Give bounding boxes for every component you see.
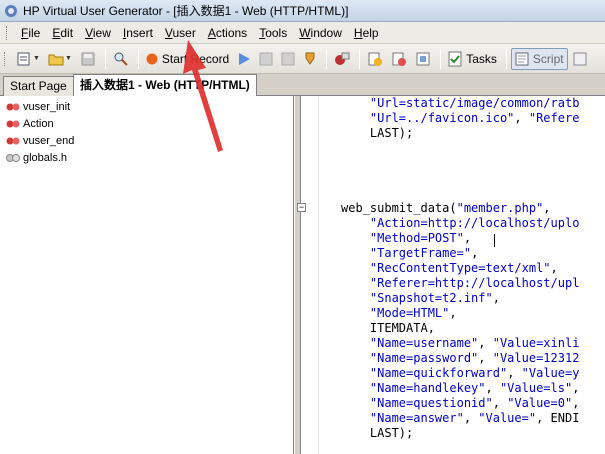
code-line[interactable]: "RecContentType=text/xml", <box>341 261 558 276</box>
code-line[interactable]: "Method=POST", <box>341 231 471 246</box>
menu-vuser[interactable]: Vuser <box>159 23 202 43</box>
start-record-button[interactable]: Start Record <box>143 47 232 71</box>
bookmark-icon <box>392 52 407 66</box>
go-to-icon <box>368 52 383 66</box>
menu-tools[interactable]: Tools <box>253 23 293 43</box>
text-cursor <box>494 234 495 247</box>
menu-edit[interactable]: Edit <box>46 23 79 43</box>
step-button[interactable] <box>300 47 320 71</box>
action-icon <box>6 137 20 145</box>
code-line[interactable]: "Name=handlekey", "Value=ls", <box>341 381 580 396</box>
code-line[interactable]: LAST); <box>341 126 413 141</box>
code-line[interactable]: "Name=questionid", "Value=0", <box>341 396 580 411</box>
menu-bar: File Edit View Insert Vuser Actions Tool… <box>0 22 605 44</box>
window-title: HP Virtual User Generator - [插入数据1 - Web… <box>23 4 349 18</box>
open-button[interactable]: ▼ <box>45 47 75 71</box>
toolbar-separator <box>359 48 361 69</box>
code-line[interactable]: "Mode=HTML", <box>341 306 457 321</box>
menu-insert[interactable]: Insert <box>117 23 159 43</box>
app-logo-icon <box>4 4 18 18</box>
open-folder-icon <box>48 54 64 65</box>
code-line[interactable]: "Name=username", "Value=xinli <box>341 336 580 351</box>
menu-file[interactable]: File <box>15 23 46 43</box>
code-line[interactable]: "TargetFrame=", <box>341 246 478 261</box>
dropdown-arrow-icon[interactable]: ▼ <box>65 55 72 62</box>
tree-item-action[interactable]: Action <box>6 116 54 132</box>
toolbar-grip[interactable] <box>4 51 7 66</box>
menu-help[interactable]: Help <box>348 23 385 43</box>
menu-grip[interactable] <box>6 25 9 40</box>
action-tree: vuser_init Action vuser_end globals.h <box>0 96 294 454</box>
menu-actions[interactable]: Actions <box>202 23 253 43</box>
action-icon <box>6 120 20 128</box>
save-icon <box>81 52 95 65</box>
tab-script[interactable]: 插入数据1 - Web (HTTP/HTML) <box>73 74 257 96</box>
script-editor[interactable]: "Url=static/image/common/ratb "Url=../fa… <box>301 96 605 454</box>
dropdown-arrow-icon[interactable]: ▼ <box>33 55 40 62</box>
stop-icon <box>281 52 295 65</box>
new-script-button[interactable]: ▼ <box>13 47 43 71</box>
toolbar-separator <box>440 48 442 69</box>
code-line[interactable]: "Url=../favicon.ico", "Refere <box>341 111 580 126</box>
step-icon <box>305 52 315 65</box>
code-line[interactable]: web_submit_data("member.php", <box>341 201 551 216</box>
code-line[interactable]: "Name=quickforward", "Value=y <box>341 366 580 381</box>
find-button[interactable] <box>110 47 132 71</box>
save-button[interactable] <box>77 47 99 71</box>
breakpoint-button[interactable] <box>331 47 353 71</box>
go-to-button[interactable] <box>364 47 386 71</box>
tasks-button[interactable]: Tasks <box>445 47 500 71</box>
tree-item-globals[interactable]: globals.h <box>6 150 67 166</box>
script-view-icon <box>515 52 529 65</box>
toolbar: ▼ ▼ Start Record Tasks Script <box>0 44 605 74</box>
tree-item-label: globals.h <box>23 152 68 164</box>
tree-view-button[interactable] <box>570 47 590 71</box>
title-bar: HP Virtual User Generator - [插入数据1 - Web… <box>0 0 605 22</box>
header-file-icon <box>6 154 20 162</box>
toolbar-separator <box>505 48 507 69</box>
code-line[interactable]: "Referer=http://localhost/upl <box>341 276 580 291</box>
editor-gutter <box>301 96 319 454</box>
tasks-icon <box>448 51 462 66</box>
code-line[interactable]: "Name=password", "Value=12312 <box>341 351 580 366</box>
menu-window[interactable]: Window <box>293 23 348 43</box>
tree-view-icon <box>573 52 587 65</box>
snapshot-button[interactable] <box>412 47 434 71</box>
script-label: Script <box>532 51 564 66</box>
run-button[interactable] <box>234 47 254 71</box>
record-icon <box>146 53 158 64</box>
pause-icon <box>259 52 273 65</box>
tree-item-vuser-end[interactable]: vuser_end <box>6 133 74 149</box>
bookmark-button[interactable] <box>388 47 410 71</box>
toolbar-separator <box>326 48 328 69</box>
code-line[interactable]: "Url=static/image/common/ratb <box>341 96 580 111</box>
script-view-button[interactable]: Script <box>510 47 568 70</box>
action-icon <box>6 103 20 111</box>
code-line[interactable]: LAST); <box>341 426 413 441</box>
tree-item-label: Action <box>23 118 54 130</box>
collapse-toggle-icon[interactable]: − <box>297 203 306 212</box>
tree-item-vuser-init[interactable]: vuser_init <box>6 99 70 115</box>
toolbar-separator <box>137 48 139 69</box>
stop-button[interactable] <box>278 47 298 71</box>
code-line[interactable]: "Snapshot=t2.inf", <box>341 291 500 306</box>
document-tabs: Start Page 插入数据1 - Web (HTTP/HTML) <box>0 74 605 96</box>
find-icon <box>114 52 128 66</box>
snapshot-icon <box>416 52 430 65</box>
start-record-label: Start Record <box>161 51 230 66</box>
tasks-label: Tasks <box>466 51 497 66</box>
tree-item-label: vuser_end <box>23 135 75 147</box>
code-line[interactable]: ITEMDATA, <box>341 321 435 336</box>
play-icon <box>239 52 251 65</box>
new-script-icon <box>17 52 30 65</box>
pane-splitter[interactable] <box>294 96 301 454</box>
menu-view[interactable]: View <box>79 23 117 43</box>
breakpoint-icon <box>335 52 350 65</box>
tab-start-page[interactable]: Start Page <box>3 76 74 96</box>
tree-item-label: vuser_init <box>23 101 71 113</box>
code-line[interactable]: "Action=http://localhost/uplo <box>341 216 580 231</box>
pause-button[interactable] <box>256 47 276 71</box>
toolbar-separator <box>104 48 106 69</box>
code-line[interactable]: "Name=answer", "Value=", ENDI <box>341 411 580 426</box>
